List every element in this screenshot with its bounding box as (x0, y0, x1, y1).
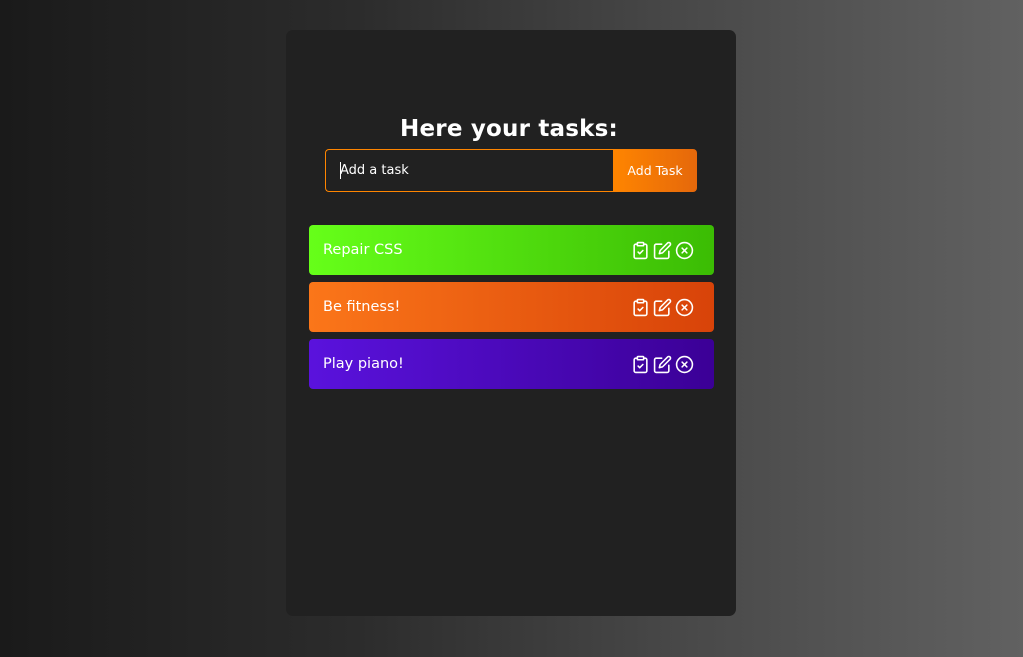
task-actions (631, 298, 694, 317)
task-text: Be fitness! (323, 299, 401, 315)
clipboard-check-icon[interactable] (631, 241, 650, 260)
edit-icon[interactable] (653, 298, 672, 317)
page-title: Here your tasks: (400, 116, 618, 142)
task-actions (631, 241, 694, 260)
clipboard-check-icon[interactable] (631, 355, 650, 374)
task-item: Play piano! (309, 339, 714, 389)
task-list: Repair CSS Be fitness! Play piano! (309, 225, 714, 396)
close-circle-icon[interactable] (675, 355, 694, 374)
task-text: Repair CSS (323, 242, 403, 258)
edit-icon[interactable] (653, 355, 672, 374)
close-circle-icon[interactable] (675, 298, 694, 317)
task-item: Repair CSS (309, 225, 714, 275)
close-circle-icon[interactable] (675, 241, 694, 260)
task-actions (631, 355, 694, 374)
edit-icon[interactable] (653, 241, 672, 260)
task-text: Play piano! (323, 356, 404, 372)
task-item: Be fitness! (309, 282, 714, 332)
add-task-form: Add Task (325, 149, 697, 192)
task-input[interactable] (325, 149, 613, 192)
text-caret (340, 162, 341, 179)
todo-app-card: Here your tasks: Add Task Repair CSS Be … (286, 30, 736, 616)
add-task-button[interactable]: Add Task (613, 149, 697, 192)
clipboard-check-icon[interactable] (631, 298, 650, 317)
